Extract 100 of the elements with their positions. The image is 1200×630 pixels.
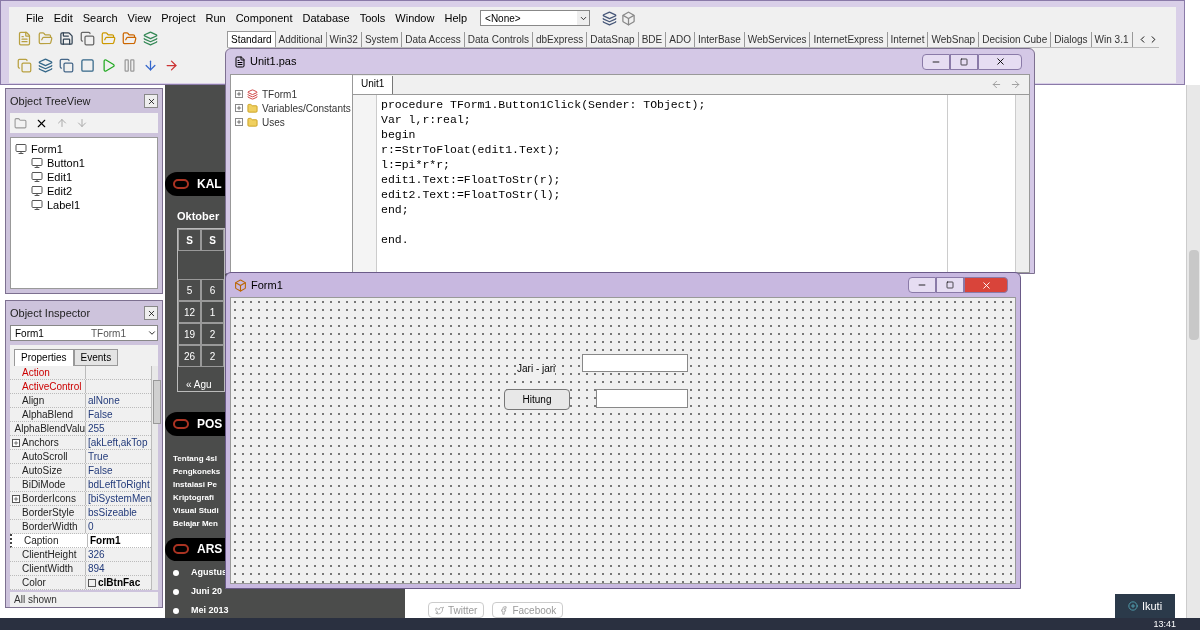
palette-tab[interactable]: WebServices — [744, 31, 811, 47]
layers-icon[interactable] — [38, 57, 53, 73]
tree-item[interactable]: Form1 — [31, 143, 63, 155]
day-cell[interactable]: 12 — [178, 301, 201, 323]
palette-tab[interactable]: InterBase — [694, 31, 745, 47]
tree-item[interactable]: Button1 — [47, 157, 85, 169]
tree-item[interactable]: Edit2 — [47, 185, 73, 197]
palette-tab[interactable]: Dialogs — [1051, 31, 1092, 47]
day-cell[interactable]: 26 — [178, 345, 201, 367]
expand-icon[interactable] — [12, 494, 20, 503]
step-icon[interactable] — [143, 57, 158, 73]
inspector-tab[interactable]: Properties — [14, 349, 74, 366]
expand-icon[interactable] — [12, 438, 20, 447]
tree-item[interactable]: Label1 — [47, 199, 81, 211]
box-icon[interactable] — [621, 10, 637, 26]
maximize-button[interactable] — [950, 53, 978, 70]
copy-icon[interactable] — [17, 57, 32, 73]
run-icon[interactable] — [101, 57, 116, 73]
window-icon[interactable] — [80, 57, 95, 73]
day-cell[interactable]: 19 — [178, 323, 201, 345]
folder-icon[interactable] — [14, 116, 27, 130]
menu-item[interactable]: Component — [230, 9, 298, 27]
page-scrollbar[interactable] — [1186, 85, 1200, 618]
archive-link[interactable]: Mei 2013 — [191, 603, 229, 618]
menu-item[interactable]: Database — [297, 9, 355, 27]
palette-tab[interactable]: DataSnap — [587, 31, 639, 47]
pause-icon[interactable] — [122, 57, 137, 73]
close-button[interactable] — [144, 306, 158, 320]
menu-item[interactable]: Help — [439, 9, 473, 27]
palette-tab[interactable]: InternetExpress — [810, 31, 888, 47]
minimize-button[interactable] — [908, 277, 936, 293]
menu-item[interactable]: View — [122, 9, 157, 27]
back-icon[interactable] — [991, 79, 1002, 90]
day-cell[interactable]: 1 — [201, 301, 224, 323]
property-row[interactable]: Caption Form1 — [10, 534, 152, 548]
expand-icon[interactable] — [235, 104, 243, 112]
menu-item[interactable]: Tools — [354, 9, 391, 27]
post-link[interactable]: Pengkoneks — [173, 464, 221, 478]
new-file-icon[interactable] — [17, 31, 32, 46]
palette-tab[interactable]: BDE — [638, 31, 667, 47]
step-over-icon[interactable] — [164, 57, 179, 73]
property-row[interactable]: Color clBtnFac — [10, 576, 152, 590]
minimize-button[interactable] — [922, 53, 950, 70]
calendar-nav-link[interactable]: « Agu — [186, 379, 212, 390]
menu-item[interactable]: Search — [77, 9, 123, 27]
day-cell[interactable]: 6 — [201, 279, 224, 301]
follow-button[interactable]: Ikuti — [1115, 594, 1175, 618]
close-button[interactable] — [144, 94, 158, 108]
palette-tab[interactable]: WebSnap — [928, 31, 980, 47]
view-combo[interactable]: <None> — [480, 10, 591, 26]
palette-tab[interactable]: ADO — [666, 31, 695, 47]
editor-tab[interactable]: Unit1 — [353, 76, 394, 94]
tree-item[interactable]: Edit1 — [47, 171, 73, 183]
post-link[interactable]: Visual Studi — [173, 503, 219, 517]
palette-tab[interactable]: Additional — [275, 31, 327, 47]
palette-tab[interactable]: Data Access — [402, 31, 465, 47]
vertical-scrollbar[interactable] — [151, 366, 158, 590]
open-icon[interactable] — [38, 31, 53, 46]
palette-tab[interactable]: Internet — [887, 31, 929, 47]
property-row[interactable]: BorderIcons [biSystemMen — [10, 492, 152, 506]
day-cell[interactable]: 2 — [201, 323, 224, 345]
palette-tab[interactable]: dbExpress — [532, 31, 588, 47]
explorer-item[interactable]: TForm1 — [262, 86, 297, 102]
result-input-field[interactable] — [596, 389, 688, 408]
layers-icon[interactable] — [602, 10, 618, 26]
copy-icon[interactable] — [59, 57, 74, 73]
folder-icon[interactable] — [101, 31, 116, 46]
expand-icon[interactable] — [235, 90, 243, 98]
archive-link[interactable]: Juni 20 — [191, 584, 222, 599]
vertical-scrollbar[interactable] — [1015, 95, 1029, 272]
palette-tab[interactable]: Win 3.1 — [1091, 31, 1133, 47]
menu-item[interactable]: Window — [390, 9, 440, 27]
palette-tab[interactable]: Standard — [227, 31, 276, 47]
post-link[interactable]: Belajar Men — [173, 516, 218, 530]
menu-item[interactable]: File — [21, 9, 49, 27]
explorer-item[interactable]: Variables/Constants — [262, 100, 351, 116]
explorer-item[interactable]: Uses — [262, 114, 285, 130]
calculate-button[interactable]: Hitung — [504, 389, 570, 410]
property-row[interactable]: Anchors [akLeft,akTop — [10, 436, 152, 450]
save-icon[interactable] — [59, 31, 74, 46]
folder-icon[interactable] — [122, 31, 137, 46]
inspector-tab[interactable]: Events — [73, 349, 119, 366]
menu-item[interactable]: Project — [156, 9, 201, 27]
object-selector[interactable]: Form1 TForm1 — [10, 325, 158, 341]
expand-icon[interactable] — [235, 118, 243, 126]
menu-item[interactable]: Edit — [48, 9, 78, 27]
day-cell[interactable]: 5 — [178, 279, 201, 301]
menu-item[interactable]: Run — [200, 9, 231, 27]
palette-tab[interactable]: Decision Cube — [979, 31, 1052, 47]
forward-icon[interactable] — [1010, 79, 1021, 90]
radius-input-field[interactable] — [582, 354, 688, 372]
post-link[interactable]: Instalasi Pe — [173, 477, 218, 491]
copy-icon[interactable] — [80, 31, 95, 46]
post-link[interactable]: Tentang 4sl — [173, 451, 217, 465]
post-link[interactable]: Kriptografi — [173, 490, 214, 504]
maximize-button[interactable] — [936, 277, 964, 293]
day-cell[interactable]: 2 — [201, 345, 224, 367]
palette-tab[interactable]: Win32 — [326, 31, 362, 47]
palette-tab[interactable]: System — [361, 31, 403, 47]
palette-tab[interactable]: Data Controls — [464, 31, 533, 47]
